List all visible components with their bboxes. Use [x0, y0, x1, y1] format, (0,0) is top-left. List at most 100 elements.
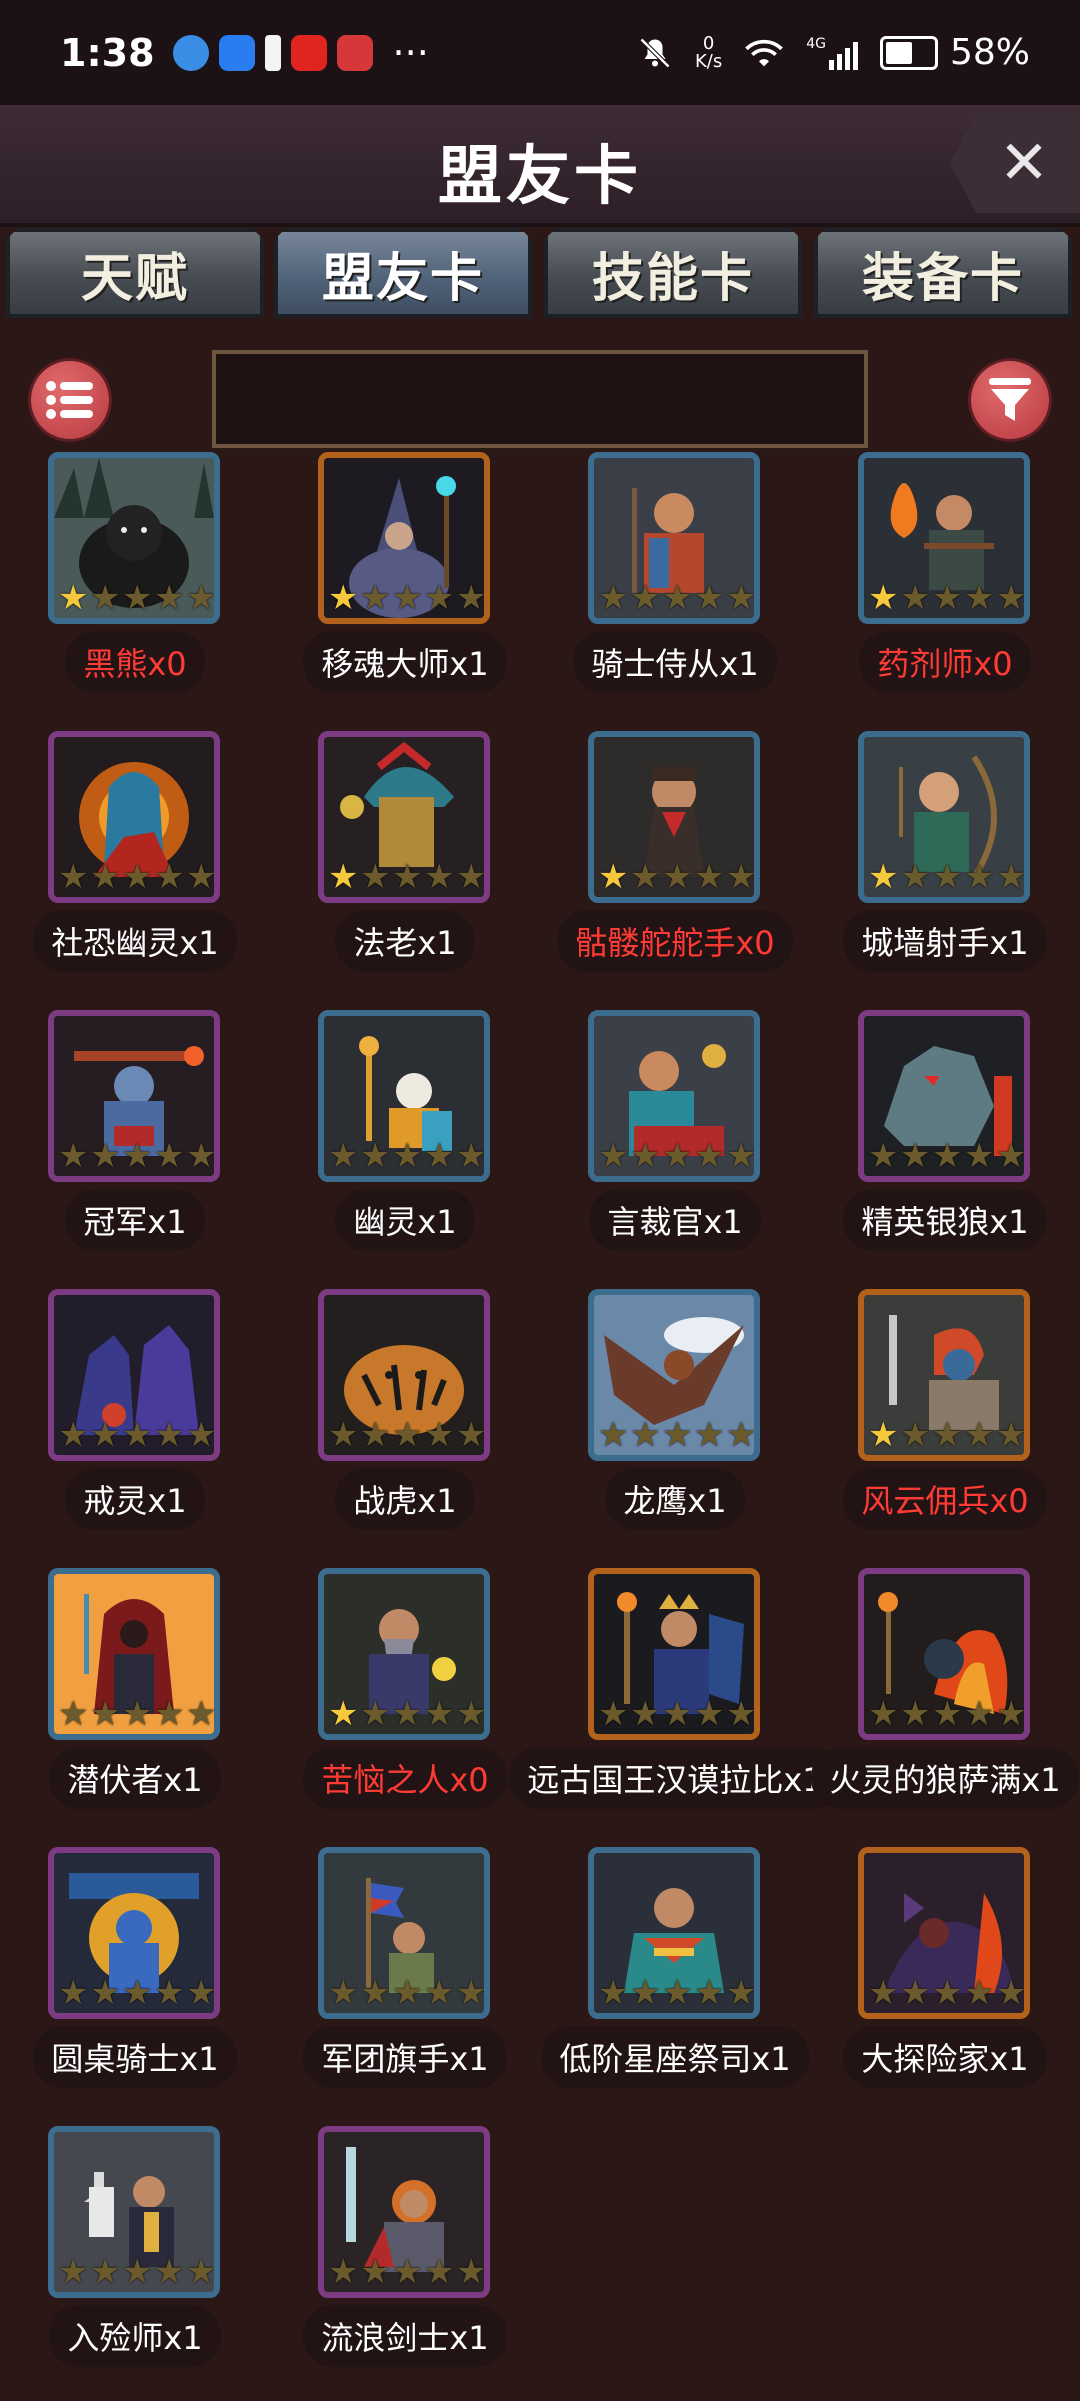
ally-card[interactable]: ★ ★ ★ ★ ★ 言裁官x1	[540, 1006, 810, 1285]
ally-card-portrait[interactable]: ★ ★ ★ ★ ★	[588, 1010, 760, 1182]
ally-card-portrait[interactable]: ★ ★ ★ ★ ★	[858, 731, 1030, 903]
ally-card[interactable]: ★ ★ ★ ★ ★ 骑士侍从x1	[540, 448, 810, 727]
ally-card-portrait[interactable]: ★ ★ ★ ★ ★	[858, 452, 1030, 624]
ally-card[interactable]: ★ ★ ★ ★ ★ 骷髅舵舵手x0	[540, 727, 810, 1006]
ally-card-label: 苦恼之人x0	[303, 1747, 507, 1809]
ally-card[interactable]: ★ ★ ★ ★ ★ 战虎x1	[270, 1285, 540, 1564]
tab-skill-cards[interactable]: 技能卡	[544, 228, 802, 318]
ally-card[interactable]: ★ ★ ★ ★ ★ 大探险家x1	[810, 1843, 1080, 2122]
star-icon: ★	[424, 578, 455, 618]
ally-card-portrait[interactable]: ★ ★ ★ ★ ★	[588, 1568, 760, 1740]
star-rating: ★ ★ ★ ★ ★	[328, 1973, 487, 2013]
star-icon: ★	[328, 1973, 359, 2013]
ally-card-portrait[interactable]: ★ ★ ★ ★ ★	[588, 731, 760, 903]
star-icon: ★	[360, 1694, 391, 1734]
ally-card[interactable]: ★ ★ ★ ★ ★ 冠军x1	[0, 1006, 270, 1285]
star-rating: ★ ★ ★ ★ ★	[328, 578, 484, 618]
ally-card[interactable]: ★ ★ ★ ★ ★ 低阶星座祭司x1	[540, 1843, 810, 2122]
ally-card[interactable]: ★ ★ ★ ★ ★ 戒灵x1	[0, 1285, 270, 1564]
ally-card-label: 精英银狼x1	[843, 1189, 1047, 1251]
ally-card[interactable]: ★ ★ ★ ★ ★ 军团旗手x1	[270, 1843, 540, 2122]
wifi-icon	[745, 39, 784, 66]
ally-card[interactable]: ★ ★ ★ ★ ★ 风云佣兵x0	[810, 1285, 1080, 1564]
ally-card-portrait[interactable]: ★ ★ ★ ★ ★	[588, 452, 760, 624]
ally-card-portrait[interactable]: ★ ★ ★ ★ ★	[48, 452, 220, 624]
star-rating: ★ ★ ★ ★ ★	[328, 1418, 484, 1452]
ally-card-portrait[interactable]: ★ ★ ★ ★ ★	[318, 2126, 490, 2298]
star-icon: ★	[598, 857, 629, 897]
star-icon: ★	[662, 1136, 693, 1176]
star-icon: ★	[328, 857, 359, 897]
ally-card[interactable]: ★ ★ ★ ★ ★ 入殓师x1	[0, 2122, 270, 2401]
star-icon: ★	[964, 1136, 995, 1176]
star-rating: ★ ★ ★ ★ ★	[868, 1697, 1024, 1731]
ally-card-portrait[interactable]: ★ ★ ★ ★ ★	[318, 1289, 490, 1461]
ally-card-portrait[interactable]: ★ ★ ★ ★ ★	[858, 1847, 1030, 2019]
tab-equipment-cards[interactable]: 装备卡	[814, 228, 1072, 318]
ally-card-portrait[interactable]: ★ ★ ★ ★ ★	[588, 1847, 760, 2019]
ally-card-label: 流浪剑士x1	[303, 2305, 507, 2367]
list-view-button[interactable]	[28, 358, 112, 442]
star-icon: ★	[456, 1973, 487, 2013]
ally-card-portrait[interactable]: ★ ★ ★ ★ ★	[858, 1289, 1030, 1461]
ally-card-portrait[interactable]: ★ ★ ★ ★ ★	[48, 2126, 220, 2298]
ally-card-portrait[interactable]: ★ ★ ★ ★ ★	[318, 1847, 490, 2019]
ally-card-label: 骑士侍从x1	[573, 631, 777, 693]
star-icon: ★	[122, 2252, 153, 2292]
ally-card[interactable]: ★ ★ ★ ★ ★ 龙鹰x1	[540, 1285, 810, 1564]
ally-card-portrait[interactable]: ★ ★ ★ ★ ★	[858, 1010, 1030, 1182]
tab-talent[interactable]: 天赋	[6, 228, 264, 318]
ally-card-name: 远古国王汉谟拉比x1	[509, 1747, 841, 1809]
ally-card[interactable]: ★ ★ ★ ★ ★ 火灵的狼萨满x1	[810, 1564, 1080, 1843]
search-input[interactable]	[210, 348, 870, 450]
ally-card[interactable]: ★ ★ ★ ★ ★ 社恐幽灵x1	[0, 727, 270, 1006]
ally-card-portrait[interactable]: ★ ★ ★ ★ ★	[48, 1010, 220, 1182]
ally-card-name: 社恐幽灵x1	[0, 910, 270, 972]
star-rating: ★ ★ ★ ★ ★	[328, 2252, 484, 2292]
ally-card-label: 社恐幽灵x1	[33, 910, 237, 972]
ally-card-portrait[interactable]: ★ ★ ★ ★ ★	[48, 1289, 220, 1461]
star-rating: ★ ★ ★ ★ ★	[328, 1139, 484, 1173]
filter-button[interactable]	[968, 358, 1052, 442]
ally-card-label: 药剂师x0	[859, 631, 1031, 693]
star-icon: ★	[186, 1136, 217, 1176]
star-icon: ★	[424, 1973, 455, 2013]
tab-ally-cards[interactable]: 盟友卡	[274, 228, 532, 318]
ally-card[interactable]: ★ ★ ★ ★ ★ 精英银狼x1	[810, 1006, 1080, 1285]
ally-card[interactable]: ★ ★ ★ ★ ★ 远古国王汉谟拉比x1	[509, 1564, 841, 1843]
close-button[interactable]: ✕	[950, 113, 1080, 213]
ally-card-portrait[interactable]: ★ ★ ★ ★ ★	[318, 1568, 490, 1740]
ally-card-portrait[interactable]: ★ ★ ★ ★ ★	[858, 1568, 1030, 1740]
ally-card[interactable]: ★ ★ ★ ★ ★ 幽灵x1	[270, 1006, 540, 1285]
star-icon: ★	[186, 578, 217, 618]
ally-card-portrait[interactable]: ★ ★ ★ ★ ★	[48, 731, 220, 903]
ally-card[interactable]: ★ ★ ★ ★ ★ 潜伏者x1	[0, 1564, 270, 1843]
ally-card[interactable]: ★ ★ ★ ★ ★ 药剂师x0	[810, 448, 1080, 727]
star-icon: ★	[424, 2252, 455, 2292]
ally-card[interactable]: ★ ★ ★ ★ ★ 城墙射手x1	[810, 727, 1080, 1006]
ally-card-portrait[interactable]: ★ ★ ★ ★ ★	[318, 452, 490, 624]
ally-card-label: 移魂大师x1	[303, 631, 507, 693]
star-rating: ★ ★ ★ ★ ★	[58, 2252, 214, 2292]
ally-card-portrait[interactable]: ★ ★ ★ ★ ★	[48, 1847, 220, 2019]
ally-card[interactable]: ★ ★ ★ ★ ★ 流浪剑士x1	[270, 2122, 540, 2401]
ally-card[interactable]: ★ ★ ★ ★ ★ 苦恼之人x0	[270, 1564, 540, 1843]
ally-card[interactable]: ★ ★ ★ ★ ★ 圆桌骑士x1	[0, 1843, 270, 2122]
ally-card[interactable]: ★ ★ ★ ★ ★ 黑熊x0	[0, 448, 270, 727]
ally-card-portrait[interactable]: ★ ★ ★ ★ ★	[318, 731, 490, 903]
ally-card-portrait[interactable]: ★ ★ ★ ★ ★	[318, 1010, 490, 1182]
star-icon: ★	[122, 1973, 153, 2013]
star-icon: ★	[58, 1973, 89, 2013]
ally-card-name: 精英银狼x1	[810, 1189, 1080, 1251]
ally-card-portrait[interactable]: ★ ★ ★ ★ ★	[48, 1568, 220, 1740]
star-rating: ★ ★ ★ ★ ★	[598, 1418, 754, 1452]
star-icon: ★	[360, 578, 391, 618]
star-icon: ★	[964, 578, 995, 618]
star-rating: ★ ★ ★ ★ ★	[868, 860, 1024, 894]
star-icon: ★	[996, 1136, 1027, 1176]
ally-card[interactable]: ★ ★ ★ ★ ★ 移魂大师x1	[270, 448, 540, 727]
star-icon: ★	[726, 1973, 757, 2013]
ally-card-portrait[interactable]: ★ ★ ★ ★ ★	[588, 1289, 760, 1461]
ally-card[interactable]: ★ ★ ★ ★ ★ 法老x1	[270, 727, 540, 1006]
star-icon: ★	[662, 1694, 693, 1734]
